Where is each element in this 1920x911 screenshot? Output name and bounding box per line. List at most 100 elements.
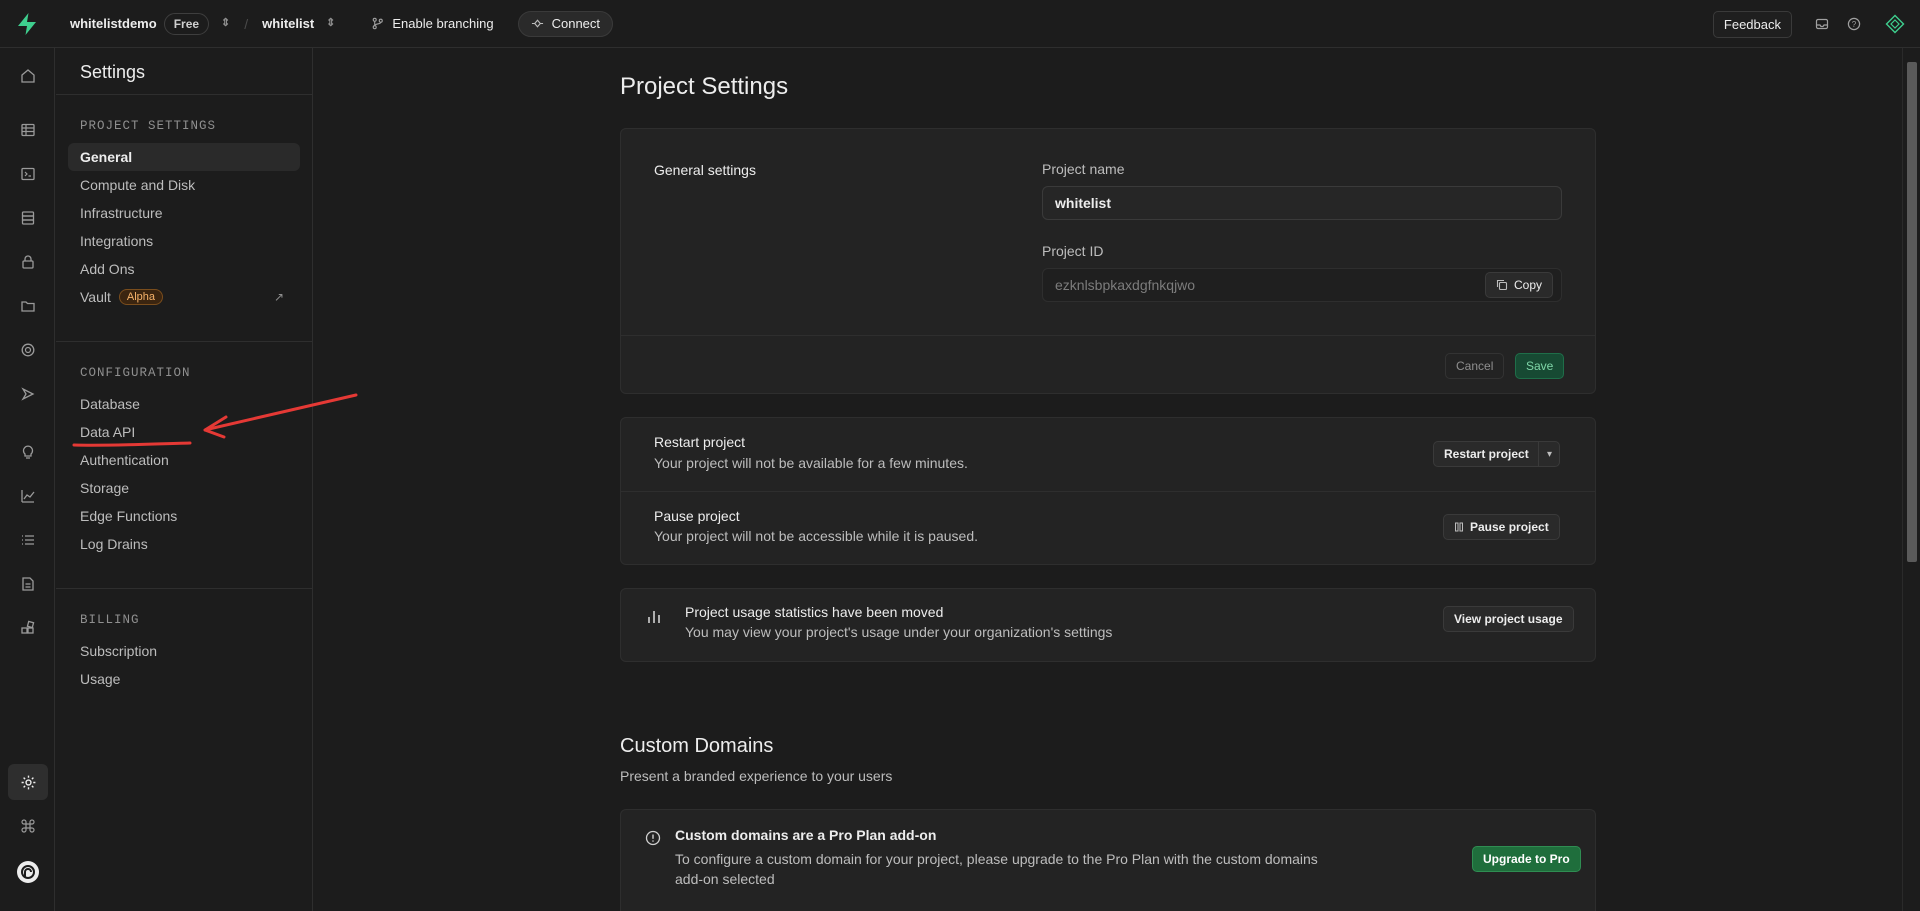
svg-text:?: ? [1852,20,1857,29]
chevrons-updown-icon[interactable]: ⇕ [326,18,335,29]
sidebar-item-storage[interactable]: Storage [68,474,300,502]
sidebar-item-integrations[interactable]: Integrations [68,227,300,255]
sidebar-item-database[interactable]: Database [68,390,300,418]
sidebar-item-log-drains[interactable]: Log Drains [68,530,300,558]
page-title: Project Settings [620,73,789,100]
command-icon[interactable] [8,808,48,844]
restart-project-desc: Your project will not be available for a… [654,455,968,471]
git-branch-icon [373,17,384,30]
sidebar-item-subscription[interactable]: Subscription [68,637,300,665]
settings-gear-icon[interactable] [8,764,48,800]
scrollbar-thumb[interactable] [1907,62,1917,562]
plan-badge: Free [163,12,210,35]
card-divider [621,335,1595,336]
user-avatar-icon[interactable] [8,854,48,890]
breadcrumb-separator: / [244,15,249,32]
storage-folder-icon[interactable] [8,288,48,324]
lock-icon[interactable] [8,244,48,280]
sidebar-item-authentication[interactable]: Authentication [68,446,300,474]
help-icon[interactable]: ? [1838,17,1870,31]
chevron-down-icon[interactable]: ▾ [1538,441,1560,467]
assistant-icon[interactable] [1870,14,1920,34]
settings-sidebar: Settings PROJECT SETTINGS General Comput… [56,48,313,911]
general-settings-card: General settings Project name whitelist … [620,128,1596,394]
pause-project-title: Pause project [654,508,740,524]
project-actions-card: Restart project Your project will not be… [620,417,1596,565]
project-id-value: ezknlsbpkaxdgfnkqjwo [1055,277,1196,293]
general-settings-label: General settings [654,162,756,178]
sql-editor-icon[interactable] [8,156,48,192]
view-project-usage-button[interactable]: View project usage [1443,606,1574,632]
sidebar-item-infrastructure[interactable]: Infrastructure [68,199,300,227]
sidebar-section-billing: BILLING Subscription Usage [56,589,312,723]
main-content: Project Settings General settings Projec… [314,48,1902,911]
bar-chart-icon [646,609,662,628]
supabase-logo-icon[interactable] [0,0,54,48]
custom-domains-notice-desc-line2: add-on selected [675,871,775,887]
restart-project-title: Restart project [654,434,746,450]
icon-rail [0,48,55,911]
copy-icon [1496,279,1508,291]
sidebar-section-configuration: CONFIGURATION Database Data API Authenti… [56,342,312,589]
custom-domains-notice-desc-line1: To configure a custom domain for your pr… [675,851,1318,867]
pause-project-button[interactable]: Pause project [1443,514,1560,540]
project-id-field[interactable]: ezknlsbpkaxdgfnkqjwo [1042,268,1562,302]
sidebar-heading: CONFIGURATION [80,366,191,380]
sidebar-section-project-settings: PROJECT SETTINGS General Compute and Dis… [56,95,312,342]
sidebar-item-compute-and-disk[interactable]: Compute and Disk [68,171,300,199]
copy-label: Copy [1514,278,1543,292]
inbox-icon[interactable] [1806,17,1838,31]
copy-button[interactable]: Copy [1485,272,1554,298]
table-editor-icon[interactable] [8,112,48,148]
cancel-button[interactable]: Cancel [1445,353,1505,379]
sidebar-item-label: Vault [80,289,111,305]
usage-moved-desc: You may view your project's usage under … [685,624,1113,640]
sidebar-item-vault[interactable]: Vault Alpha ↗ [68,283,300,311]
pause-icon [1455,522,1463,532]
realtime-icon[interactable] [8,332,48,368]
custom-domains-notice-title: Custom domains are a Pro Plan add-on [675,827,937,843]
lightbulb-icon[interactable] [8,434,48,470]
chevrons-updown-icon[interactable]: ⇕ [221,18,230,29]
external-link-icon: ↗ [273,290,284,304]
pause-project-label: Pause project [1470,520,1549,534]
api-docs-icon[interactable] [8,566,48,602]
restart-project-label: Restart project [1444,447,1529,461]
sidebar-title: Settings [56,48,312,95]
save-button[interactable]: Save [1515,353,1565,379]
sidebar-item-add-ons[interactable]: Add Ons [68,255,300,283]
alpha-badge: Alpha [118,289,164,305]
project-id-label: Project ID [1042,243,1104,259]
sidebar-item-data-api[interactable]: Data API [68,418,300,446]
top-right-actions: Feedback ? [1712,0,1920,48]
usage-moved-title: Project usage statistics have been moved [685,604,944,620]
logs-list-icon[interactable] [8,522,48,558]
upgrade-to-pro-button[interactable]: Upgrade to Pro [1472,846,1581,872]
sidebar-item-usage[interactable]: Usage [68,665,300,693]
home-icon[interactable] [8,58,48,94]
connect-button[interactable]: Connect [517,10,614,37]
project-name-input[interactable]: whitelist [1042,186,1562,220]
org-selector[interactable]: whitelistdemo Free ⇕ [70,12,230,35]
integrations-icon[interactable] [8,610,48,646]
database-icon[interactable] [8,200,48,236]
feedback-button[interactable]: Feedback [1712,10,1792,38]
sidebar-item-edge-functions[interactable]: Edge Functions [68,502,300,530]
connect-label: Connect [551,16,601,31]
sidebar-heading: PROJECT SETTINGS [80,119,217,133]
pause-project-desc: Your project will not be accessible whil… [654,528,978,544]
custom-domains-notice-card: Custom domains are a Pro Plan add-on To … [620,809,1596,911]
project-selector[interactable]: whitelist ⇕ [262,16,335,31]
scrollbar[interactable] [1902,48,1920,911]
enable-branching-label: Enable branching [392,16,494,31]
sidebar-item-general[interactable]: General [68,143,300,171]
enable-branching-button[interactable]: Enable branching [371,16,494,31]
alert-circle-icon [645,830,661,849]
card-divider [621,491,1595,492]
usage-notice-card: Project usage statistics have been moved… [620,588,1596,662]
top-bar: whitelistdemo Free ⇕ / whitelist ⇕ Enabl… [0,0,1920,48]
edge-functions-icon[interactable] [8,376,48,412]
reports-chart-icon[interactable] [8,478,48,514]
org-name: whitelistdemo [70,16,157,31]
plug-icon [531,19,543,28]
